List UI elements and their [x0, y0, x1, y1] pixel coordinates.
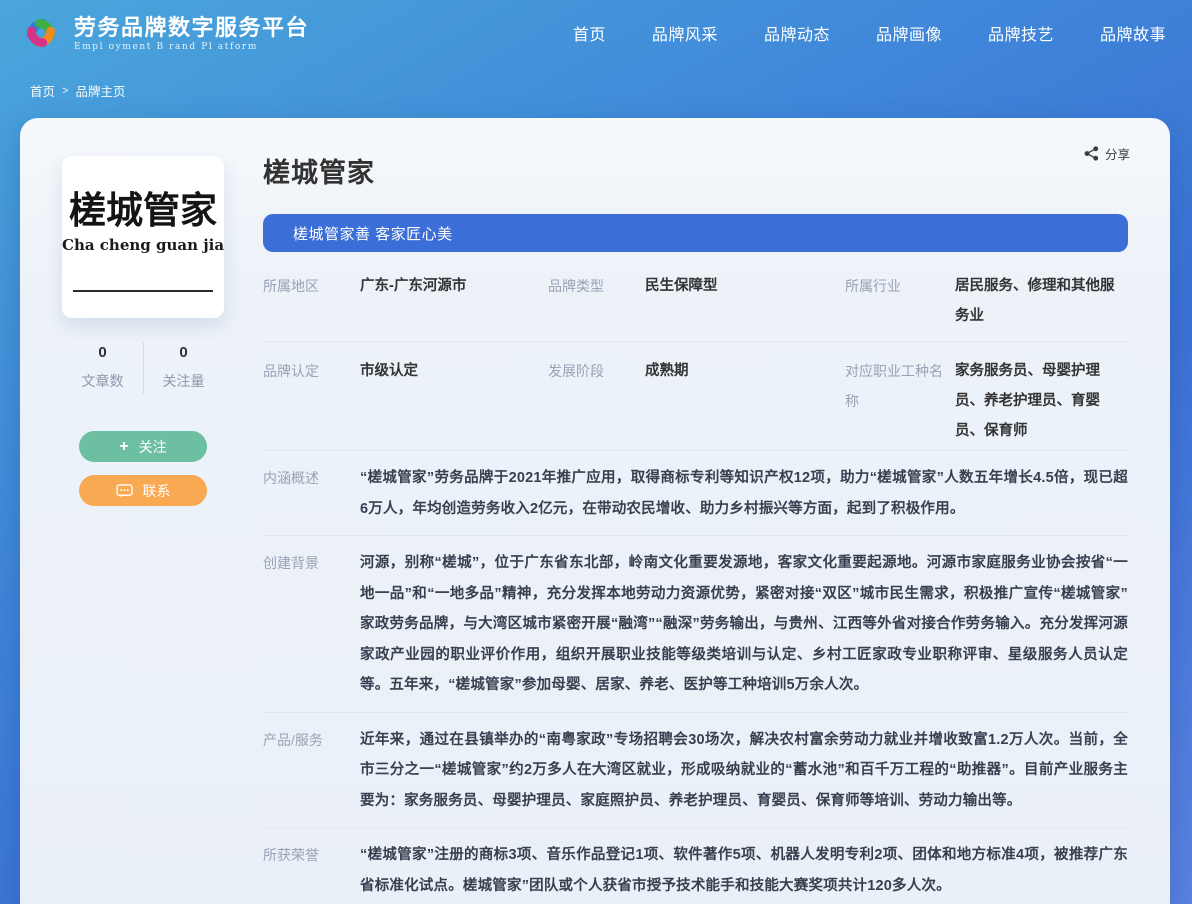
brand-logo: 槎城管家 Cha cheng guan jia	[62, 156, 224, 318]
nav-item-home[interactable]: 首页	[573, 21, 606, 45]
chat-icon	[116, 484, 133, 498]
section-products: 产品/服务 近年来，通过在县镇举办的“南粤家政”专场招聘会30场次，解决农村富余…	[263, 713, 1128, 829]
followers-count: 0	[143, 344, 224, 361]
brand-detail: 槎城管家 槎城管家善 客家匠心美 所属地区 广东-广东河源市 品牌类型 民生保障…	[263, 156, 1128, 904]
page-title: 槎城管家	[263, 156, 1128, 190]
breadcrumb-home[interactable]: 首页	[30, 81, 55, 100]
top-header: 劳务品牌数字服务平台 Empl oyment B rand Pl atform …	[0, 0, 1192, 66]
section-honors: 所获荣誉 “槎城管家”注册的商标3项、音乐作品登记1项、软件著作5项、机器人发明…	[263, 828, 1128, 904]
description-sections: 内涵概述 “槎城管家”劳务品牌于2021年推广应用，取得商标专利等知识产权12项…	[263, 450, 1128, 904]
info-row-1: 所属地区 广东-广东河源市 品牌类型 民生保障型 所属行业 居民服务、修理和其他…	[263, 252, 1128, 341]
stats-divider	[143, 342, 144, 394]
stats: 0 文章数 0 关注量	[62, 344, 224, 391]
brand-card: 分享 槎城管家 Cha cheng guan jia 0 文章数 0 关注量 +…	[20, 118, 1170, 904]
field-certification: 品牌认定 市级认定	[263, 356, 548, 446]
main-nav: 首页 品牌风采 品牌动态 品牌画像 品牌技艺 品牌故事	[573, 0, 1166, 66]
platform-title: 劳务品牌数字服务平台	[74, 15, 309, 41]
plus-icon: +	[119, 439, 128, 455]
breadcrumb-separator: >	[62, 85, 68, 97]
field-brand-type: 品牌类型 民生保障型	[548, 271, 845, 331]
nav-item-brand-portrait[interactable]: 品牌画像	[876, 21, 942, 45]
info-row-2: 品牌认定 市级认定 发展阶段 成熟期 对应职业工种名称 家务服务员、母婴护理员、…	[263, 341, 1128, 450]
contact-label: 联系	[143, 481, 171, 501]
section-overview: 内涵概述 “槎城管家”劳务品牌于2021年推广应用，取得商标专利等知识产权12项…	[263, 451, 1128, 536]
contact-button[interactable]: 联系	[79, 475, 207, 506]
stat-articles: 0 文章数	[62, 344, 143, 391]
nav-item-brand-story[interactable]: 品牌故事	[1100, 21, 1166, 45]
platform-logo-icon	[18, 10, 64, 56]
nav-item-brand-news[interactable]: 品牌动态	[764, 21, 830, 45]
brand-profile-panel: 槎城管家 Cha cheng guan jia 0 文章数 0 关注量 + 关注	[62, 156, 224, 506]
nav-item-brand-style[interactable]: 品牌风采	[652, 21, 718, 45]
section-background: 创建背景 河源，别称“槎城”，位于广东省东北部，岭南文化重要发源地，客家文化重要…	[263, 536, 1128, 713]
slogan-banner: 槎城管家善 客家匠心美	[263, 214, 1128, 252]
field-occupations: 对应职业工种名称 家务服务员、母婴护理员、养老护理员、育婴员、保育师	[845, 356, 1128, 446]
info-grid: 所属地区 广东-广东河源市 品牌类型 民生保障型 所属行业 居民服务、修理和其他…	[263, 252, 1128, 450]
breadcrumb-current: 品牌主页	[75, 81, 125, 100]
follow-button[interactable]: + 关注	[79, 431, 207, 462]
field-region: 所属地区 广东-广东河源市	[263, 271, 548, 331]
articles-label: 文章数	[62, 371, 143, 391]
followers-label: 关注量	[143, 371, 224, 391]
platform-subtitle: Empl oyment B rand Pl atform	[74, 42, 309, 52]
breadcrumb: 首页 > 品牌主页	[30, 81, 125, 100]
articles-count: 0	[62, 344, 143, 361]
platform-brand[interactable]: 劳务品牌数字服务平台 Empl oyment B rand Pl atform	[18, 10, 309, 56]
nav-item-brand-skill[interactable]: 品牌技艺	[988, 21, 1054, 45]
field-industry: 所属行业 居民服务、修理和其他服务业	[845, 271, 1128, 331]
brand-logo-subtitle: Cha cheng guan jia	[62, 236, 224, 254]
field-stage: 发展阶段 成熟期	[548, 356, 845, 446]
logo-underline	[73, 290, 213, 292]
stat-followers: 0 关注量	[143, 344, 224, 391]
brand-logo-title: 槎城管家	[62, 180, 224, 234]
follow-label: 关注	[139, 437, 167, 457]
